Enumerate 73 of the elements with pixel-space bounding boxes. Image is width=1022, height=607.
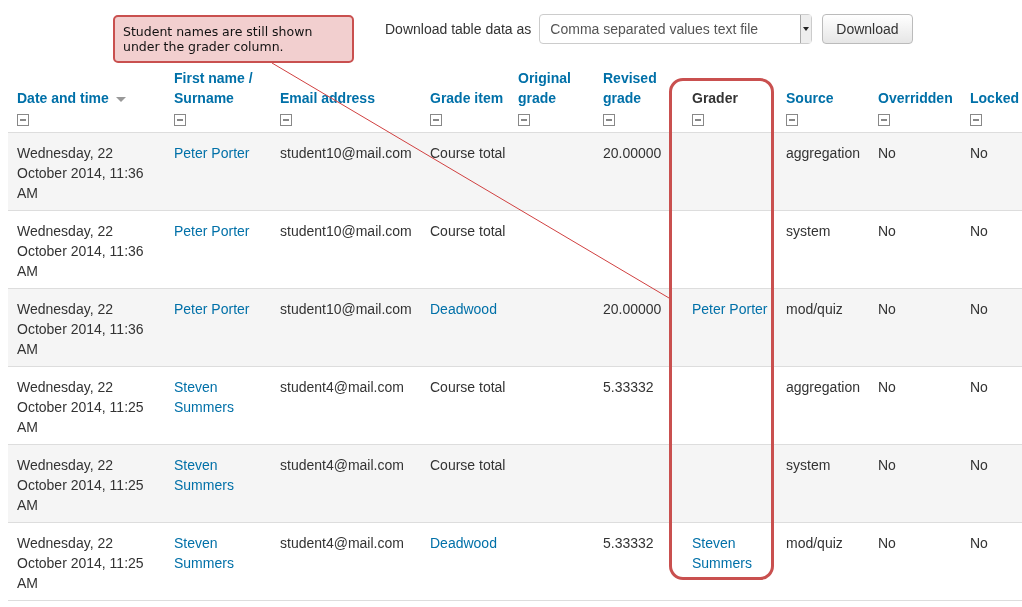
table-cell-text: No	[970, 456, 988, 475]
table-link[interactable]: Steven Summers	[174, 377, 271, 417]
format-select[interactable]: Comma separated values text file	[539, 14, 813, 44]
table-cell-text: No	[970, 378, 988, 397]
table-link[interactable]: Steven Summers	[692, 533, 777, 573]
table-cell-text: Course total	[430, 144, 506, 163]
collapse-column-icon[interactable]	[692, 114, 704, 126]
table-cell-text: system	[786, 222, 831, 241]
table-cell-text: No	[970, 222, 988, 241]
table-cell-text: Course total	[430, 378, 506, 397]
column-header: Grader	[692, 90, 738, 106]
table-link[interactable]: Steven Summers	[174, 533, 271, 573]
table-cell-text: Wednesday, 22 October 2014, 11:36 AM	[17, 222, 145, 281]
table-cell-text: 5.33332	[603, 534, 654, 553]
table-link[interactable]: Deadwood	[430, 299, 497, 319]
table-cell-text: 20.00000	[603, 144, 662, 163]
column-header-link[interactable]: Overridden	[878, 88, 953, 108]
table-cell-text: aggregation	[786, 378, 860, 397]
table-cell-text: Wednesday, 22 October 2014, 11:25 AM	[17, 456, 145, 515]
dropdown-caret-icon	[803, 27, 810, 31]
table-cell-text: No	[878, 222, 896, 241]
download-label: Download table data as	[385, 21, 532, 37]
table-cell-text: 5.33332	[603, 378, 654, 397]
table-cell-text: student10@mail.com	[280, 222, 412, 241]
table-link[interactable]: Peter Porter	[692, 299, 768, 319]
table-cell-text: No	[878, 300, 896, 319]
download-button[interactable]: Download	[822, 14, 913, 44]
table-link[interactable]: Peter Porter	[174, 221, 250, 241]
table-cell-text: student10@mail.com	[280, 144, 412, 163]
table-cell-text: No	[970, 300, 988, 319]
table-link[interactable]: Peter Porter	[174, 143, 250, 163]
table-cell-text: system	[786, 456, 831, 475]
table-cell-text: No	[970, 534, 988, 553]
column-header-link[interactable]: Grade item	[430, 88, 504, 108]
collapse-column-icon[interactable]	[878, 114, 890, 126]
table-cell-text: aggregation	[786, 144, 860, 163]
table-cell-text: No	[878, 378, 896, 397]
table-link[interactable]: Peter Porter	[174, 299, 250, 319]
table-cell-text: Course total	[430, 456, 506, 475]
table-cell-text: No	[970, 144, 988, 163]
column-header-link[interactable]: Revised grade	[603, 68, 683, 108]
table-link[interactable]: Steven Summers	[174, 455, 271, 495]
collapse-column-icon[interactable]	[430, 114, 442, 126]
table-cell-text: Wednesday, 22 October 2014, 11:36 AM	[17, 144, 145, 203]
table-cell-text: Wednesday, 22 October 2014, 11:36 AM	[17, 300, 145, 359]
table-cell-text: Course total	[430, 222, 506, 241]
collapse-column-icon[interactable]	[280, 114, 292, 126]
table-cell-text: 20.00000	[603, 300, 662, 319]
column-header-link[interactable]: Email address	[280, 88, 375, 108]
table-cell-text: No	[878, 144, 896, 163]
table-cell-text: Wednesday, 22 October 2014, 11:25 AM	[17, 378, 145, 437]
collapse-column-icon[interactable]	[970, 114, 982, 126]
table-cell-text: student4@mail.com	[280, 378, 404, 397]
column-header-link[interactable]: Original grade	[518, 68, 594, 108]
table-cell-text: mod/quiz	[786, 300, 843, 319]
column-header-link[interactable]: Locked	[970, 88, 1019, 108]
column-header-link[interactable]: Date and time	[17, 88, 109, 108]
collapse-column-icon[interactable]	[17, 114, 29, 126]
table-cell-text: No	[878, 456, 896, 475]
column-header-link[interactable]: First name / Surname	[174, 68, 271, 108]
column-header-link[interactable]: Source	[786, 88, 834, 108]
callout-note: Student names are still shown under the grader column.	[113, 15, 354, 63]
table-cell-text: student4@mail.com	[280, 534, 404, 553]
collapse-column-icon[interactable]	[786, 114, 798, 126]
collapse-column-icon[interactable]	[174, 114, 186, 126]
table-link[interactable]: Deadwood	[430, 533, 497, 553]
table-cell-text: No	[878, 534, 896, 553]
table-cell-text: student4@mail.com	[280, 456, 404, 475]
table-cell-text: Wednesday, 22 October 2014, 11:25 AM	[17, 534, 145, 593]
table-cell-text: student10@mail.com	[280, 300, 412, 319]
collapse-column-icon[interactable]	[603, 114, 615, 126]
collapse-column-icon[interactable]	[518, 114, 530, 126]
table-cell-text: mod/quiz	[786, 534, 843, 553]
